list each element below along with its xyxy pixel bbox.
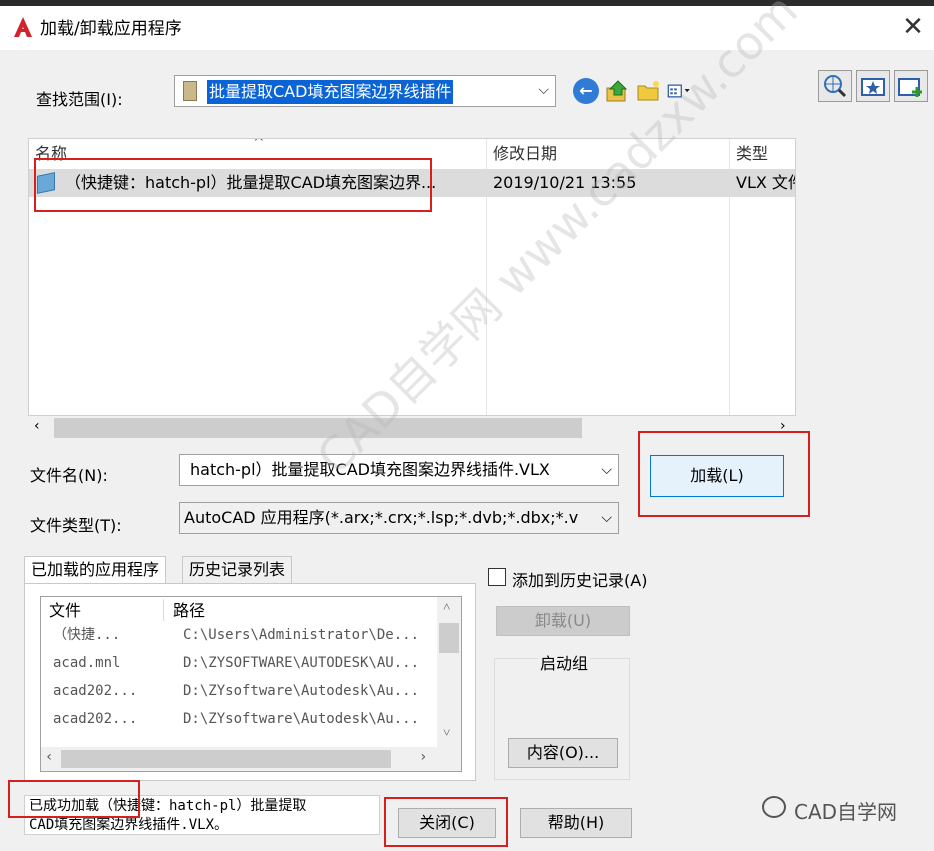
scrollbar-thumb[interactable]	[61, 750, 391, 768]
sort-up-icon: ^	[253, 138, 265, 151]
autocad-logo-icon	[14, 17, 32, 37]
add-folder-icon	[898, 78, 922, 97]
help-button[interactable]: 帮助(H)	[520, 808, 632, 838]
column-header-type[interactable]: 类型	[736, 139, 768, 169]
column-header-modified[interactable]: 修改日期	[493, 139, 557, 169]
look-in-combo[interactable]: 批量提取CAD填充图案边界线插件 ⌵	[174, 75, 556, 107]
file-name-value: hatch-pl）批量提取CAD填充图案边界线插件.VLX	[190, 460, 550, 479]
search-web-button[interactable]	[818, 70, 852, 102]
startup-group-label: 启动组	[538, 650, 591, 674]
file-type-value: AutoCAD 应用程序(*.arx;*.crx;*.lsp;*.dvb;*.d…	[184, 508, 579, 527]
list-item-path[interactable]: C:\Users\Administrator\De...	[183, 621, 419, 649]
close-window-icon[interactable]: ✕	[898, 12, 928, 42]
scroll-down-icon[interactable]: ˅	[443, 725, 450, 741]
up-folder-icon[interactable]	[604, 78, 630, 104]
file-name-input[interactable]: hatch-pl）批量提取CAD填充图案边界线插件.VLX ⌵	[179, 454, 619, 486]
wechat-logo-icon	[762, 796, 786, 818]
look-in-value: 批量提取CAD填充图案边界线插件	[207, 80, 454, 104]
window-title: 加载/卸载应用程序	[40, 19, 182, 39]
scroll-left-icon[interactable]: ‹	[45, 749, 53, 765]
highlight-close-button	[384, 797, 508, 847]
add-to-history-label: 添加到历史记录(A)	[512, 571, 648, 590]
globe-search-icon	[824, 75, 847, 98]
chevron-down-icon: ⌵	[538, 82, 549, 98]
list-item-path[interactable]: D:\ZYSOFTWARE\AUTODESK\AU...	[183, 649, 419, 677]
add-to-history-checkbox[interactable]	[488, 568, 506, 586]
tab-loaded-applications[interactable]: 已加载的应用程序	[24, 556, 167, 584]
add-favorite-button[interactable]	[894, 70, 928, 102]
folder-icon	[183, 81, 197, 101]
list-item-file[interactable]: acad202...	[53, 705, 137, 733]
new-folder-icon[interactable]	[636, 78, 662, 104]
chevron-down-icon: ⌵	[601, 503, 612, 533]
file-name-label: 文件名(N):	[30, 466, 108, 485]
list-item-file[interactable]: acad202...	[53, 677, 137, 705]
loaded-app-list[interactable]: 文件 路径 （快捷... C:\Users\Administrator\De..…	[40, 596, 462, 772]
look-in-label: 查找范围(I):	[36, 90, 123, 109]
views-menu-icon[interactable]	[667, 78, 693, 104]
file-type-cell: VLX 文件	[736, 173, 795, 192]
scroll-up-icon[interactable]: ˄	[443, 599, 450, 615]
unload-button[interactable]: 卸载(U)	[496, 606, 630, 636]
scrollbar-thumb[interactable]	[439, 623, 459, 653]
column-divider	[163, 599, 164, 621]
scrollbar-thumb[interactable]	[54, 418, 582, 438]
file-type-select[interactable]: AutoCAD 应用程序(*.arx;*.crx;*.lsp;*.dvb;*.d…	[179, 502, 619, 534]
list-item-path[interactable]: D:\ZYsoftware\Autodesk\Au...	[183, 705, 419, 733]
app-list-vertical-scrollbar[interactable]: ˄ ˅	[437, 597, 461, 749]
star-folder-icon	[861, 78, 885, 96]
highlight-load-button	[638, 431, 810, 517]
status-line-2: CAD填充图案边界线插件.VLX。	[29, 817, 229, 833]
favorites-button[interactable]	[856, 70, 890, 102]
tab-history-list[interactable]: 历史记录列表	[182, 556, 293, 584]
back-arrow-icon[interactable]: ←	[573, 78, 599, 104]
file-modified-cell: 2019/10/21 13:55	[493, 173, 637, 192]
watermark-brand: CAD自学网	[794, 800, 898, 824]
scroll-right-icon[interactable]: ›	[419, 749, 427, 765]
scroll-left-icon[interactable]: ‹	[34, 418, 40, 434]
list-item-file[interactable]: （快捷...	[53, 621, 120, 649]
highlight-file-row	[34, 158, 432, 212]
app-list-horizontal-scrollbar[interactable]: ‹ ›	[41, 747, 461, 771]
list-item-file[interactable]: acad.mnl	[53, 649, 120, 677]
contents-button[interactable]: 内容(O)...	[508, 738, 618, 768]
chevron-down-icon: ⌵	[601, 462, 612, 478]
highlight-status	[8, 780, 140, 818]
file-type-label: 文件类型(T):	[30, 516, 122, 535]
list-item-path[interactable]: D:\ZYsoftware\Autodesk\Au...	[183, 677, 419, 705]
